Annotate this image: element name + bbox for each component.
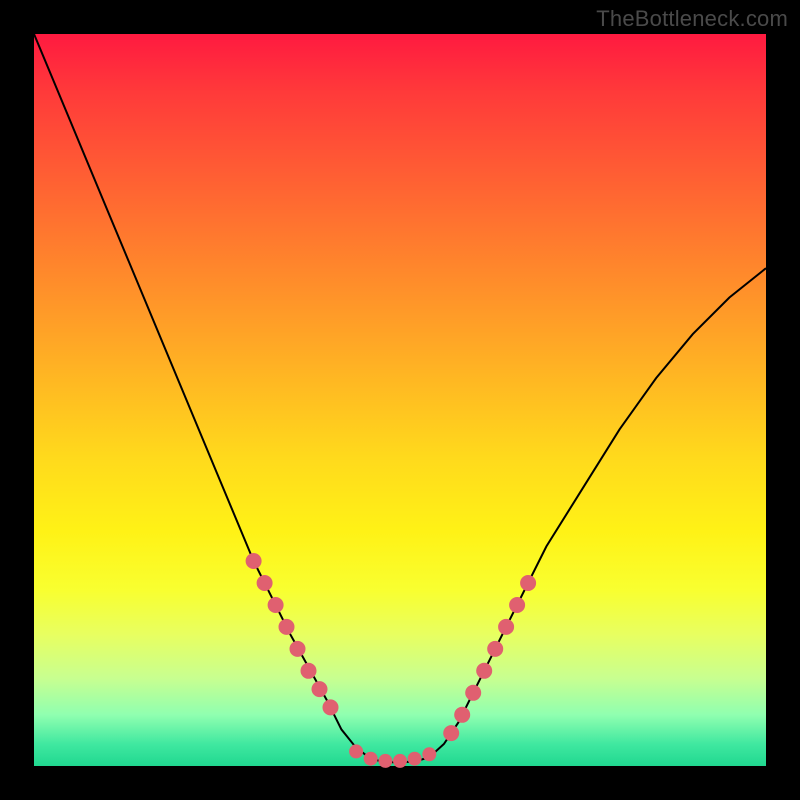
marker-dot xyxy=(257,575,273,591)
marker-dot xyxy=(443,725,459,741)
marker-dot xyxy=(422,747,436,761)
marker-dot xyxy=(454,707,470,723)
marker-group xyxy=(246,553,536,768)
marker-dot xyxy=(378,754,392,768)
plot-area xyxy=(34,34,766,766)
curve-svg xyxy=(34,34,766,766)
marker-dot xyxy=(290,641,306,657)
marker-dot xyxy=(476,663,492,679)
marker-dot xyxy=(393,754,407,768)
marker-dot xyxy=(349,744,363,758)
chart-frame: TheBottleneck.com xyxy=(0,0,800,800)
marker-dot xyxy=(364,752,378,766)
marker-dot xyxy=(246,553,262,569)
marker-dot xyxy=(487,641,503,657)
marker-dot xyxy=(498,619,514,635)
marker-dot xyxy=(323,699,339,715)
marker-dot xyxy=(520,575,536,591)
marker-dot xyxy=(301,663,317,679)
marker-dot xyxy=(268,597,284,613)
marker-dot xyxy=(465,685,481,701)
marker-dot xyxy=(408,752,422,766)
marker-dot xyxy=(312,681,328,697)
bottleneck-curve xyxy=(34,34,766,762)
marker-dot xyxy=(509,597,525,613)
marker-dot xyxy=(279,619,295,635)
watermark-text: TheBottleneck.com xyxy=(596,6,788,32)
